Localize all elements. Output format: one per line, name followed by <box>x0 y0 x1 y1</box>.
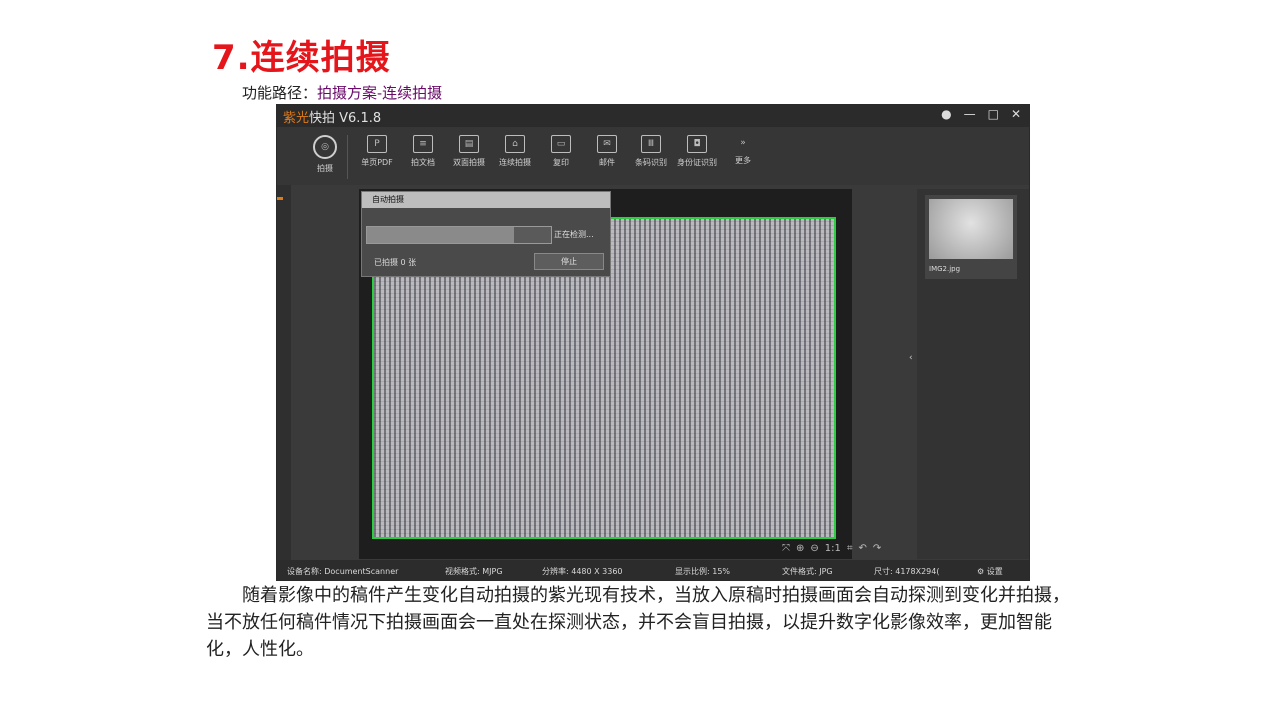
title-bar: 紫光快拍 V6.1.8 ● — □ ✕ <box>277 105 1029 127</box>
tool-label: 更多 <box>735 156 751 165</box>
path-label: 功能路径： <box>242 84 318 102</box>
tool-label: 条码识别 <box>635 158 667 167</box>
status-video-format: 视频格式: MJPG <box>445 567 503 576</box>
tool-idcard-button[interactable]: ◘ 身份证识别 <box>675 135 719 168</box>
tool-label: 身份证识别 <box>677 158 717 167</box>
status-file-format: 文件格式: JPG <box>782 567 833 576</box>
status-bar: 设备名称: DocumentScanner 视频格式: MJPG 分辨率: 44… <box>277 560 1029 580</box>
status-resolution: 分辨率: 4480 X 3360 <box>542 567 623 576</box>
tool-label: 双面拍摄 <box>453 158 485 167</box>
app-name: 快拍 V6.1.8 <box>309 111 382 126</box>
stop-button[interactable]: 停止 <box>534 253 604 270</box>
viewer-tools: ⤧ ⊕ ⊖ 1:1 ⌗ ↶ ↷ <box>782 543 881 554</box>
slide-title: 7.连续拍摄 <box>212 38 391 78</box>
progress-fill <box>514 227 551 243</box>
zoom-out-icon[interactable]: ⊖ <box>810 543 818 554</box>
settings-button[interactable]: ⚙ 设置 <box>977 566 1003 577</box>
status-size: 尺寸: 4178X294( <box>874 567 940 576</box>
status-device: 设备名称: DocumentScanner <box>287 567 399 576</box>
tool-label: 拍摄 <box>317 164 333 173</box>
thumbnail-item[interactable]: IMG2.jpg <box>925 195 1017 279</box>
more-icon: » <box>740 138 746 148</box>
actual-size-icon[interactable]: 1:1 <box>825 543 841 554</box>
tool-copy-button[interactable]: ▭ 复印 <box>539 135 583 168</box>
app-title: 紫光快拍 V6.1.8 <box>283 107 381 126</box>
path-value: 拍摄方案-连续拍摄 <box>317 84 443 102</box>
barcode-icon: Ⅲ <box>641 135 661 153</box>
duplex-icon: ▤ <box>459 135 479 153</box>
tool-label: 拍文档 <box>411 158 435 167</box>
rotate-right-icon[interactable]: ↷ <box>873 543 881 554</box>
skin-icon[interactable]: ● <box>941 107 951 121</box>
tool-capture-button[interactable]: ◎ 拍摄 <box>303 135 347 174</box>
crop-icon[interactable]: ⌗ <box>847 543 853 554</box>
function-path: 功能路径：拍摄方案-连续拍摄 <box>242 82 442 103</box>
tool-mail-button[interactable]: ✉ 邮件 <box>585 135 629 168</box>
tool-duplex-button[interactable]: ▤ 双面拍摄 <box>447 135 491 168</box>
dialog-title: 自动拍摄 <box>362 192 610 208</box>
tool-barcode-button[interactable]: Ⅲ 条码识别 <box>629 135 673 168</box>
close-icon[interactable]: ✕ <box>1011 107 1021 121</box>
panel-collapse-icon[interactable]: ‹ <box>909 353 917 393</box>
rotate-left-icon[interactable]: ↶ <box>859 543 867 554</box>
minimize-icon[interactable]: — <box>964 107 976 121</box>
zoom-in-icon[interactable]: ⊕ <box>796 543 804 554</box>
status-ratio: 显示比例: 15% <box>675 567 731 576</box>
toolbar-divider <box>347 135 348 179</box>
left-strip-marker <box>277 197 283 200</box>
mail-icon: ✉ <box>597 135 617 153</box>
shot-count: 已拍摄 0 张 <box>374 258 417 267</box>
thumbnail-name: IMG2.jpg <box>929 265 961 273</box>
window-controls: ● — □ ✕ <box>941 107 1021 121</box>
tool-single-pdf-button[interactable]: P 单页PDF <box>355 135 399 168</box>
maximize-icon[interactable]: □ <box>988 107 999 121</box>
tool-more-button[interactable]: » 更多 <box>721 135 765 166</box>
tool-label: 连续拍摄 <box>499 158 531 167</box>
thumbnail-panel: IMG2.jpg <box>917 189 1029 559</box>
tool-label: 邮件 <box>599 158 615 167</box>
idcard-icon: ◘ <box>687 135 707 153</box>
fit-icon[interactable]: ⤧ <box>782 543 790 554</box>
auto-capture-dialog: 自动拍摄 正在检测... 已拍摄 0 张 停止 <box>361 191 611 277</box>
app-window: 紫光快拍 V6.1.8 ● — □ ✕ ◎ 拍摄 P 单页PDF ≡ 拍文档 ▤… <box>276 104 1030 581</box>
tool-label: 复印 <box>553 158 569 167</box>
tool-document-button[interactable]: ≡ 拍文档 <box>401 135 445 168</box>
tool-continuous-button[interactable]: ⌂ 连续拍摄 <box>493 135 537 168</box>
settings-label: 设置 <box>986 567 1003 576</box>
copy-icon: ▭ <box>551 135 571 153</box>
detecting-status: 正在检测... <box>554 230 594 239</box>
camera-icon: ◎ <box>313 135 337 159</box>
tool-label: 单页PDF <box>361 158 393 167</box>
gear-icon: ⚙ <box>977 567 987 576</box>
pdf-icon: P <box>367 135 387 153</box>
thumbnail-image <box>929 199 1013 259</box>
document-icon: ≡ <box>413 135 433 153</box>
description-paragraph: 随着影像中的稿件产生变化自动拍摄的紫光现有技术，当放入原稿时拍摄画面会自动探测到… <box>206 585 1070 660</box>
continuous-icon: ⌂ <box>505 135 525 153</box>
left-strip <box>277 185 291 560</box>
progress-bar <box>366 226 552 244</box>
app-brand: 紫光 <box>283 111 310 126</box>
toolbar: ◎ 拍摄 P 单页PDF ≡ 拍文档 ▤ 双面拍摄 ⌂ 连续拍摄 ▭ 复印 ✉ … <box>277 127 1029 185</box>
